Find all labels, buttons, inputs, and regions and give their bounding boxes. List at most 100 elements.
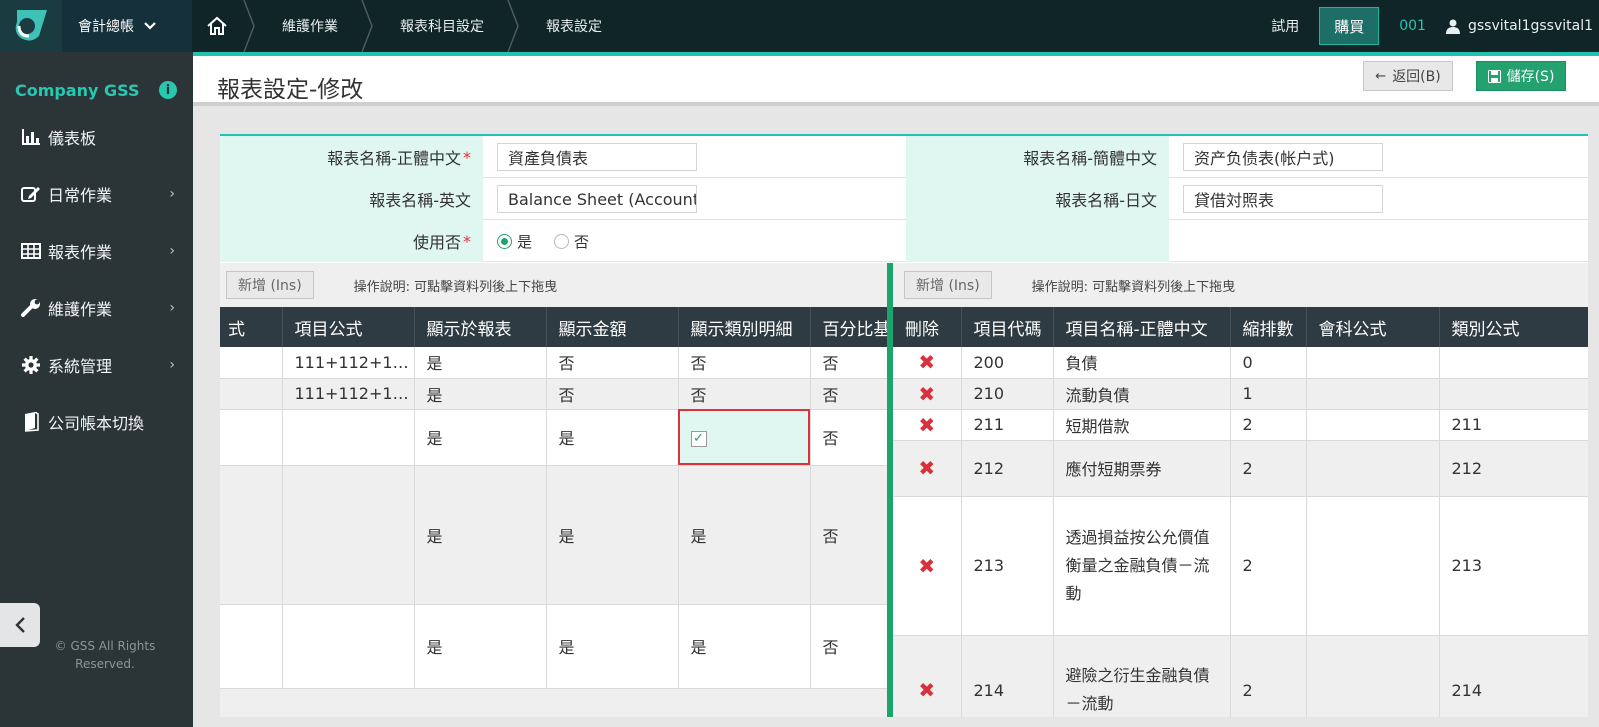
delete-icon[interactable]: ✖ xyxy=(893,496,962,636)
table-row[interactable]: ✖ 211 短期借款 2 211 xyxy=(893,409,1588,441)
table-cell[interactable]: 應付短期票券 xyxy=(1053,440,1231,497)
column-header[interactable]: 項目公式 xyxy=(282,307,415,347)
sidebar-item-system[interactable]: 系統管理 › xyxy=(0,336,193,393)
table-cell[interactable]: 200 xyxy=(961,347,1054,379)
table-cell[interactable]: 213 xyxy=(1439,496,1588,636)
table-row[interactable]: ✖ 210 流動負債 1 xyxy=(893,378,1588,410)
table-cell[interactable] xyxy=(1306,635,1440,717)
table-cell[interactable] xyxy=(282,604,415,689)
table-cell[interactable]: 1 xyxy=(1230,378,1307,410)
editing-cell[interactable]: ✓ xyxy=(678,409,811,466)
table-cell[interactable] xyxy=(220,604,283,689)
table-cell[interactable]: 是 xyxy=(414,604,547,689)
table-cell[interactable]: 是 xyxy=(414,378,547,410)
table-cell[interactable]: 否 xyxy=(810,347,888,379)
table-cell[interactable]: 否 xyxy=(546,378,679,410)
module-menu[interactable]: 會計總帳 xyxy=(62,0,192,52)
table-cell[interactable]: 212 xyxy=(1439,440,1588,497)
table-cell[interactable]: 2 xyxy=(1230,409,1307,441)
table-cell[interactable]: 213 xyxy=(961,496,1054,636)
table-cell[interactable]: 是 xyxy=(678,465,811,605)
table-row[interactable]: 是 是 是 否 xyxy=(220,465,888,605)
table-cell[interactable]: 2 xyxy=(1230,496,1307,636)
table-cell[interactable]: 2 xyxy=(1230,635,1307,717)
report-name-tc-input[interactable]: 資產負債表 xyxy=(497,143,697,171)
table-cell[interactable]: 流動負債 xyxy=(1053,378,1231,410)
table-cell[interactable]: 否 xyxy=(810,378,888,410)
table-cell[interactable] xyxy=(1306,347,1440,379)
sidebar-item-switch-book[interactable]: 公司帳本切換 xyxy=(0,393,193,450)
delete-icon[interactable]: ✖ xyxy=(893,409,962,441)
enabled-no-radio[interactable]: 否 xyxy=(554,231,589,252)
table-cell[interactable]: 負債 xyxy=(1053,347,1231,379)
table-cell[interactable]: 是 xyxy=(678,604,811,689)
table-row[interactable]: ✖ 200 負債 0 xyxy=(893,347,1588,379)
table-cell[interactable] xyxy=(1306,378,1440,410)
table-cell[interactable]: 211 xyxy=(961,409,1054,441)
table-cell[interactable]: 否 xyxy=(810,604,888,689)
table-cell[interactable]: 211 xyxy=(1439,409,1588,441)
trial-link[interactable]: 試用 xyxy=(1251,16,1319,36)
table-cell[interactable]: 214 xyxy=(1439,635,1588,717)
table-cell[interactable]: 否 xyxy=(678,347,811,379)
home-icon[interactable] xyxy=(192,0,242,52)
table-cell[interactable]: 避險之衍生金融負債－流動 xyxy=(1053,635,1231,717)
table-cell[interactable] xyxy=(220,465,283,605)
report-name-sc-input[interactable]: 资产负债表(帐户式) xyxy=(1183,143,1383,171)
enabled-yes-radio[interactable]: 是 xyxy=(497,231,532,252)
column-header[interactable]: 類別公式 xyxy=(1439,307,1588,347)
table-cell[interactable]: 212 xyxy=(961,440,1054,497)
sidebar-item-maintenance[interactable]: 維護作業 › xyxy=(0,279,193,336)
table-row[interactable]: 111+112+1… 是 否 否 否 xyxy=(220,378,888,410)
table-cell[interactable]: 0 xyxy=(1230,347,1307,379)
table-cell[interactable] xyxy=(1306,440,1440,497)
back-button[interactable]: ← 返回(B) xyxy=(1363,61,1453,91)
table-cell[interactable]: 短期借款 xyxy=(1053,409,1231,441)
table-cell[interactable]: 是 xyxy=(414,465,547,605)
table-cell[interactable]: 2 xyxy=(1230,440,1307,497)
table-cell[interactable]: 111+112+1… xyxy=(282,378,415,410)
right-add-button[interactable]: 新增 (Ins) xyxy=(904,271,992,299)
table-cell[interactable] xyxy=(1306,496,1440,636)
column-header[interactable]: 百分比基 xyxy=(810,307,888,347)
buy-button[interactable]: 購買 xyxy=(1319,7,1380,45)
table-cell[interactable]: 否 xyxy=(810,465,888,605)
table-cell[interactable] xyxy=(220,409,283,466)
table-cell[interactable]: 是 xyxy=(546,604,679,689)
delete-icon[interactable]: ✖ xyxy=(893,347,962,379)
column-header[interactable]: 項目名稱-正體中文 xyxy=(1053,307,1231,347)
table-cell[interactable] xyxy=(1439,347,1588,379)
table-cell[interactable] xyxy=(220,347,283,379)
info-icon[interactable]: i xyxy=(159,81,177,99)
user-menu[interactable]: gssvital1gssvital1 xyxy=(1445,18,1599,34)
report-name-en-input[interactable]: Balance Sheet (Account xyxy=(497,185,697,213)
left-add-button[interactable]: 新增 (Ins) xyxy=(226,271,314,299)
table-cell[interactable] xyxy=(282,409,415,466)
column-header[interactable]: 會科公式 xyxy=(1306,307,1440,347)
column-header[interactable]: 顯示金額 xyxy=(546,307,679,347)
breadcrumb-item[interactable]: 維護作業 xyxy=(256,0,360,52)
checkbox-checked-icon[interactable]: ✓ xyxy=(690,430,707,447)
sidebar-item-reports[interactable]: 報表作業 › xyxy=(0,222,193,279)
column-header[interactable]: 縮排數 xyxy=(1230,307,1307,347)
table-row[interactable]: ✖ 214 避險之衍生金融負債－流動 2 214 xyxy=(893,635,1588,717)
report-name-jp-input[interactable]: 貸借対照表 xyxy=(1183,185,1383,213)
column-header[interactable]: 刪除 xyxy=(893,307,962,347)
table-row[interactable]: ✖ 213 透過損益按公允價值衡量之金融負債－流動 2 213 xyxy=(893,496,1588,636)
breadcrumb-item[interactable]: 報表科目設定 xyxy=(374,0,506,52)
table-cell[interactable]: 否 xyxy=(678,378,811,410)
table-row[interactable]: 是 是 ✓ 否 xyxy=(220,409,888,466)
table-cell[interactable]: 210 xyxy=(961,378,1054,410)
table-row[interactable]: 111+112+1… 是 否 否 否 xyxy=(220,347,888,379)
sidebar-item-daily[interactable]: 日常作業 › xyxy=(0,165,193,222)
account-code-link[interactable]: 001 xyxy=(1379,18,1446,34)
table-row[interactable]: 是 是 是 否 xyxy=(220,604,888,689)
table-cell[interactable]: 是 xyxy=(414,409,547,466)
delete-icon[interactable]: ✖ xyxy=(893,635,962,717)
delete-icon[interactable]: ✖ xyxy=(893,378,962,410)
table-row[interactable]: ✖ 212 應付短期票券 2 212 xyxy=(893,440,1588,497)
table-cell[interactable]: 是 xyxy=(546,409,679,466)
table-cell[interactable] xyxy=(1439,378,1588,410)
column-header[interactable]: 式 xyxy=(220,307,283,347)
table-cell[interactable]: 是 xyxy=(414,347,547,379)
